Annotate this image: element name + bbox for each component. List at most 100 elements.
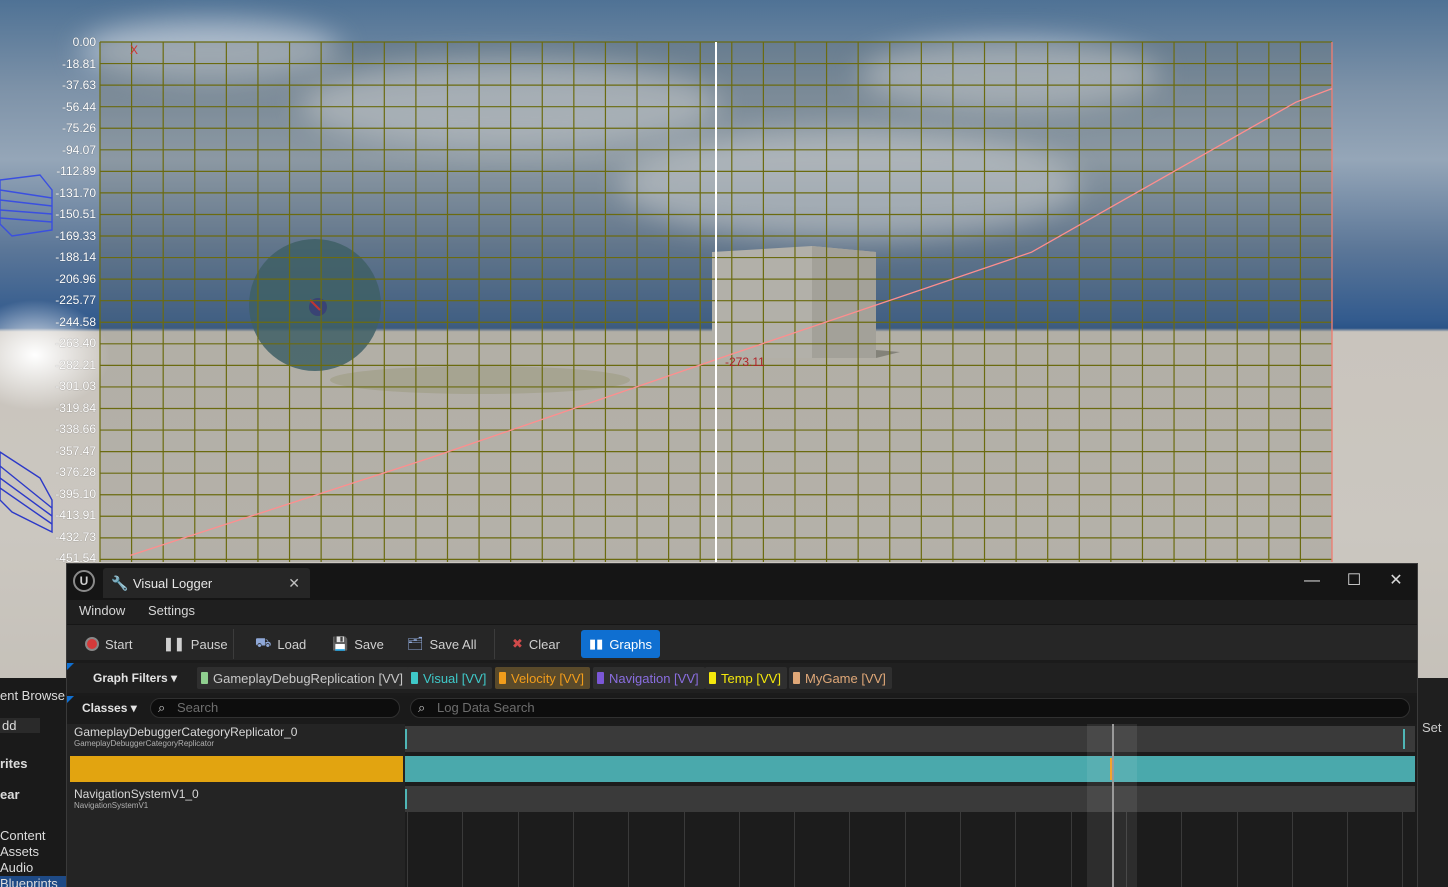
settings-label[interactable]: Set	[1422, 720, 1442, 735]
title-bar[interactable]: U 🔧 Visual Logger ✕ — ☐ ✕	[67, 564, 1417, 600]
start-button[interactable]: Start	[77, 630, 140, 658]
folder-content[interactable]: Content	[0, 828, 46, 843]
pause-label: Pause	[190, 636, 228, 652]
y-tick-label: -376.28	[55, 465, 96, 479]
minimize-button[interactable]: —	[1294, 568, 1330, 594]
log-search-placeholder: Log Data Search	[437, 700, 535, 715]
filter-chip-label: Velocity [VV]	[511, 670, 584, 686]
details-panel-edge: Set	[1418, 678, 1448, 887]
save-all-label: Save All	[429, 636, 477, 652]
timeline-track[interactable]	[405, 726, 1415, 752]
timeline-track-selected[interactable]	[405, 756, 1415, 782]
timeline-tick	[1181, 812, 1183, 887]
chevron-down-icon: ▾	[130, 701, 137, 715]
timeline-tick	[1402, 812, 1404, 887]
class-row-selected[interactable]	[70, 756, 403, 782]
load-button[interactable]: ⛟ Load	[247, 630, 314, 658]
timeline-tick	[462, 812, 464, 887]
class-type: GameplayDebuggerCategoryReplicator	[74, 739, 215, 748]
timeline-tick	[1236, 812, 1238, 887]
save-label: Save	[354, 636, 384, 652]
track-marker	[405, 789, 407, 809]
y-tick-label: -282.21	[55, 357, 96, 372]
y-tick-label: -188.14	[55, 250, 96, 264]
timeline-tick	[1070, 812, 1072, 887]
timeline-tick	[960, 812, 961, 887]
timeline-tick	[738, 812, 740, 887]
y-tick-label: -169.33	[55, 228, 96, 243]
folder-blueprints[interactable]: Blueprints	[0, 876, 66, 887]
timeline-tick	[1347, 812, 1349, 887]
timeline-tick	[1291, 812, 1293, 887]
filter-chip[interactable]: MyGame [VV]	[789, 667, 892, 689]
add-button[interactable]: dd	[0, 718, 40, 733]
maximize-button[interactable]: ☐	[1336, 568, 1372, 594]
pause-button[interactable]: ❚❚ Pause	[155, 630, 236, 658]
class-row[interactable]: NavigationSystemV1_0 NavigationSystemV1	[70, 786, 403, 812]
y-tick-label: -56.44	[61, 99, 96, 114]
toolbar: Start ❚❚ Pause ⛟ Load 💾 Save 🗂 Save All …	[67, 624, 1417, 660]
filter-chip-label: Temp [VV]	[721, 670, 781, 686]
corner-marker	[67, 663, 74, 670]
toolbar-divider	[233, 629, 234, 659]
class-search-placeholder: Search	[177, 700, 219, 715]
folder-assets[interactable]: Assets	[0, 844, 39, 859]
filter-chip[interactable]: GameplayDebugReplication [VV]	[197, 667, 410, 689]
toolbar-divider	[494, 629, 495, 659]
track-marker	[405, 729, 407, 749]
chevron-down-icon: ▾	[171, 671, 178, 685]
timeline-track[interactable]	[405, 786, 1415, 812]
project-header[interactable]: ear	[0, 787, 20, 802]
filter-color-swatch	[793, 672, 800, 684]
class-type: NavigationSystemV1	[74, 801, 149, 810]
y-tick-label: -263.40	[55, 336, 96, 350]
timeline-panel[interactable]	[405, 724, 1417, 887]
load-icon: ⛟	[255, 635, 272, 650]
search-bar: Classes ▾ ⌕ Search ⌕ Log Data Search	[67, 696, 1417, 720]
filter-chip[interactable]: Visual [VV]	[407, 667, 493, 689]
filter-chip[interactable]: Navigation [VV]	[593, 667, 705, 689]
folder-audio[interactable]: Audio	[0, 860, 33, 875]
y-tick-label: -18.81	[61, 56, 96, 71]
filter-color-swatch	[201, 672, 208, 684]
class-row[interactable]: GameplayDebuggerCategoryReplicator_0 Gam…	[70, 724, 403, 750]
menu-settings[interactable]: Settings	[148, 603, 195, 618]
y-tick-label: -413.91	[55, 508, 96, 522]
timeline-tick	[683, 812, 685, 887]
menu-window[interactable]: Window	[79, 603, 125, 618]
class-list: GameplayDebuggerCategoryReplicator_0 Gam…	[67, 724, 405, 887]
clear-button[interactable]: ✖ Clear	[504, 630, 568, 658]
track-marker	[1403, 729, 1405, 749]
content-browser-tab[interactable]: ent Browse	[0, 688, 65, 703]
y-tick-label: -338.66	[55, 422, 96, 436]
record-icon	[85, 637, 99, 651]
favorites-header[interactable]: rites	[0, 756, 27, 771]
filter-chip[interactable]: Temp [VV]	[705, 667, 787, 689]
filter-chip[interactable]: Velocity [VV]	[495, 667, 590, 689]
save-icon: 💾	[332, 636, 349, 651]
save-button[interactable]: 💾 Save	[324, 630, 392, 658]
timeline-tick	[904, 812, 906, 887]
graph-filters-label: Graph Filters	[93, 671, 168, 685]
load-label: Load	[277, 636, 307, 652]
classes-dropdown[interactable]: Classes ▾	[82, 697, 137, 719]
pause-icon: ❚❚	[163, 636, 185, 651]
save-all-button[interactable]: 🗂 Save All	[399, 630, 485, 658]
tab-close-icon[interactable]: ✕	[288, 575, 300, 592]
y-tick-label: -150.51	[55, 207, 96, 221]
log-search-input[interactable]: ⌕ Log Data Search	[410, 698, 1410, 718]
start-label: Start	[105, 636, 133, 652]
close-window-button[interactable]: ✕	[1378, 568, 1414, 594]
graph-filter-bar: Graph Filters ▾ GameplayDebugReplication…	[67, 663, 1417, 693]
class-search-input[interactable]: ⌕ Search	[150, 698, 400, 718]
y-tick-label: -37.63	[61, 78, 96, 92]
tab-visual-logger[interactable]: 🔧 Visual Logger ✕	[103, 568, 310, 598]
timeline-cursor[interactable]	[1112, 724, 1114, 887]
timeline-tick	[628, 812, 630, 887]
graph-filters-dropdown[interactable]: Graph Filters ▾	[93, 667, 177, 689]
y-tick-label: -301.03	[55, 379, 96, 393]
graphs-button[interactable]: ▮▮ Graphs	[581, 630, 660, 658]
y-tick-label: -395.10	[55, 486, 96, 501]
filter-color-swatch	[499, 672, 506, 684]
filter-color-swatch	[411, 672, 418, 684]
